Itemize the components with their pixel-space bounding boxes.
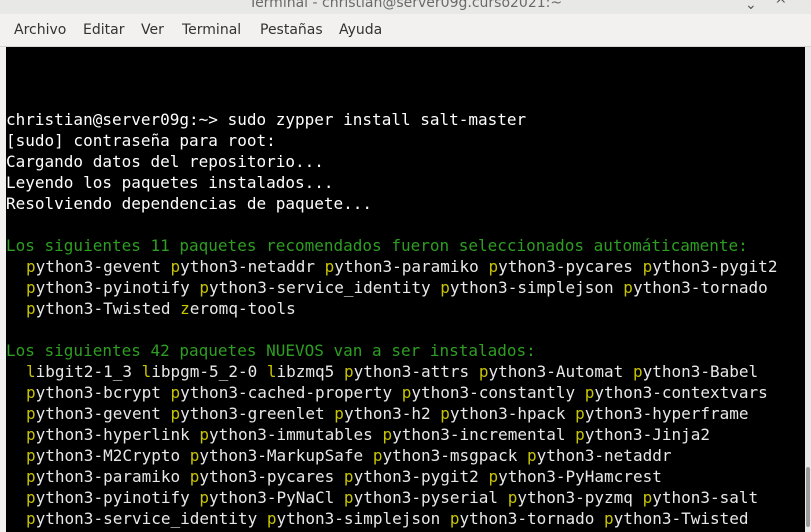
package-name: python3-hyperlink [26, 425, 190, 444]
package-name: libgit2-1_3 [26, 362, 132, 381]
menu-editar[interactable]: Editar [83, 22, 124, 38]
terminal-view[interactable]: christian@server09g:~> sudo zypper insta… [6, 47, 805, 532]
package-name: zeromq-tools [180, 299, 296, 318]
package-name: python3-salt [642, 488, 759, 507]
package-name: python3-hpack [440, 404, 566, 423]
menu-terminal[interactable]: Terminal [182, 22, 241, 38]
package-name: python3-netaddr [170, 257, 316, 276]
package-name: python3-netaddr [526, 446, 672, 465]
package-name: python3-constantly [401, 383, 576, 402]
new-packages-line: python3-hyperlink python3-immutables pyt… [26, 424, 710, 445]
package-name: python3-Automat [478, 362, 624, 381]
menu-ayuda[interactable]: Ayuda [339, 22, 382, 38]
package-name: python3-attrs [343, 362, 470, 381]
package-name: python3-greenlet [170, 404, 325, 423]
package-name: python3-Jinja2 [575, 425, 710, 444]
new-packages-line: python3-service_identity python3-simplej… [26, 508, 749, 529]
new-packages-line: python3-bcrypt python3-cached-property p… [26, 382, 768, 403]
package-name: python3-paramiko [26, 467, 181, 486]
new-packages-line: python3-M2Crypto python3-MarkupSafe pyth… [26, 445, 671, 466]
output-line: Cargando datos del repositorio... [6, 152, 324, 171]
recommended-packages-line: python3-pyinotify python3-service_identi… [26, 277, 768, 298]
package-name: python3-hyperframe [575, 404, 749, 423]
command-line: christian@server09g:~> sudo zypper insta… [6, 109, 526, 130]
package-name: python3-MarkupSafe [189, 446, 364, 465]
command: sudo zypper install salt-master [227, 110, 527, 129]
window-title: Terminal - christian@server09g.curso2021… [248, 0, 563, 11]
package-name: python3-PyHamcrest [488, 467, 662, 486]
prompt: christian@server09g:~> [6, 110, 228, 129]
package-name: python3-pygit2 [642, 257, 778, 276]
recommended-packages-line: python3-gevent python3-netaddr python3-p… [26, 256, 777, 277]
package-name: python3-paramiko [324, 257, 479, 276]
package-name: python3-tornado [623, 278, 768, 297]
scrollbar-thumb[interactable] [806, 467, 810, 527]
maximize-icon[interactable]: ^ [775, 0, 787, 12]
package-name: python3-pyzmq [507, 488, 633, 507]
package-name: python3-M2Crypto [26, 446, 181, 465]
package-name: python3-immutables [199, 425, 373, 444]
minimize-icon[interactable]: ⌄ [745, 0, 757, 12]
package-name: libzmq5 [266, 362, 335, 381]
new-packages-line: python3-gevent python3-greenlet python3-… [26, 403, 749, 424]
package-name: python3-tornado [449, 509, 595, 528]
package-name: python3-pyinotify [26, 488, 190, 507]
package-name: python3-h2 [334, 404, 431, 423]
new-packages-line: python3-pyinotify python3-PyNaCl python3… [26, 487, 758, 508]
window-titlebar: Terminal - christian@server09g.curso2021… [0, 0, 811, 14]
package-name: python3-pygit2 [343, 467, 479, 486]
package-name: libpgm-5_2-0 [141, 362, 258, 381]
package-name: python3-gevent [26, 257, 161, 276]
output-line: [sudo] contraseña para root: [6, 131, 276, 150]
package-name: python3-incremental [382, 425, 566, 444]
terminal-scrollbar[interactable] [805, 47, 811, 532]
menu-ver[interactable]: Ver [141, 22, 164, 38]
package-name: python3-contextvars [584, 383, 768, 402]
menu-pestanas[interactable]: Pestañas [260, 22, 323, 38]
output-line: Leyendo los paquetes instalados... [6, 173, 334, 192]
package-name: python3-simplejson [266, 509, 441, 528]
package-name: python3-gevent [26, 404, 161, 423]
menubar: Archivo Editar Ver Terminal Pestañas Ayu… [0, 14, 811, 47]
package-name: python3-service_identity [26, 509, 258, 528]
new-packages-line: python3-paramiko python3-pycares python3… [26, 466, 662, 487]
package-name: python3-Twisted [26, 299, 171, 318]
package-name: python3-pycares [189, 467, 335, 486]
output-line: Resolviendo dependencias de paquete... [6, 194, 373, 213]
package-name: python3-pyserial [343, 488, 499, 507]
package-name: python3-cached-property [170, 383, 393, 402]
package-name: python3-pycares [488, 257, 633, 276]
recommended-packages-line: python3-Twisted zeromq-tools [26, 298, 296, 319]
package-name: python3-Twisted [604, 509, 749, 528]
package-name: python3-pyinotify [26, 278, 190, 297]
menu-archivo[interactable]: Archivo [14, 22, 66, 38]
package-name: python3-bcrypt [26, 383, 161, 402]
package-name: python3-simplejson [440, 278, 614, 297]
package-name: python3-service_identity [199, 278, 431, 297]
package-name: python3-msgpack [372, 446, 518, 465]
recommended-heading: Los siguientes 11 paquetes recomendados … [6, 236, 748, 255]
package-name: python3-Babel [632, 362, 759, 381]
package-name: python3-PyNaCl [199, 488, 335, 507]
new-packages-heading: Los siguientes 42 paquetes NUEVOS van a … [6, 341, 536, 360]
new-packages-line: libgit2-1_3 libpgm-5_2-0 libzmq5 python3… [26, 361, 758, 382]
